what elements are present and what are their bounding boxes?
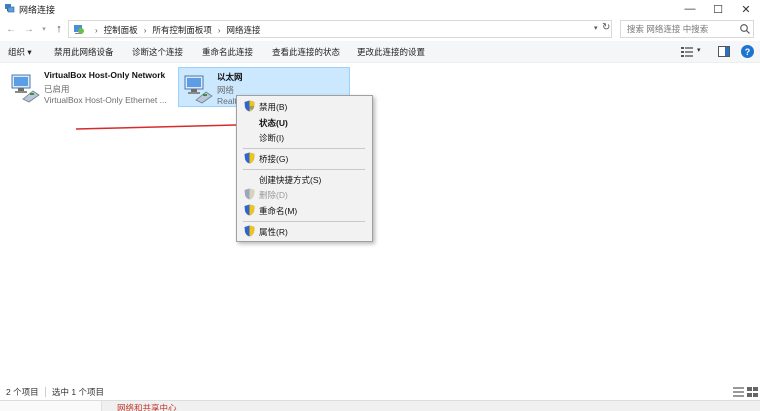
address-row: ← → ▾ ↑ › 控制面板 › 所有控制面板项 › 网络连接 ▾ ↻ [0, 18, 760, 40]
network-connections-icon [5, 4, 15, 13]
breadcrumb-separator-icon: › [217, 25, 221, 35]
breadcrumb-separator-icon: › [95, 25, 98, 35]
up-arrow-icon[interactable]: ↑ [53, 22, 65, 36]
back-arrow-icon[interactable]: ← [5, 22, 17, 36]
forward-arrow-icon[interactable]: → [23, 22, 35, 36]
network-sharing-center-link[interactable]: 网络和共享中心 [117, 402, 177, 411]
uac-shield-icon [244, 100, 255, 112]
view-options-chevron-icon[interactable]: ▾ [697, 46, 701, 54]
menu-item-rename[interactable]: 重命名(M) [237, 203, 372, 218]
menu-item-label: 诊断(I) [259, 133, 285, 143]
menu-item-disable[interactable]: 禁用(B) [237, 99, 372, 114]
minimize-button[interactable]: — [676, 0, 704, 18]
menu-item-status[interactable]: 状态(U) [237, 115, 372, 130]
change-settings-button[interactable]: 更改此连接的设置 [357, 46, 425, 58]
connection-status: 网络 [217, 85, 235, 95]
menu-item-label: 禁用(B) [259, 102, 288, 112]
menu-item-delete: 删除(D) [237, 187, 372, 202]
maximize-button[interactable]: ☐ [704, 0, 732, 18]
breadcrumb-control-panel[interactable]: 控制面板 [104, 24, 138, 36]
window-title: 网络连接 [19, 5, 56, 15]
status-bar: 2 个项目 选中 1 个项目 [0, 384, 760, 400]
menu-item-label: 桥接(G) [259, 154, 289, 164]
menu-item-bridge[interactable]: 桥接(G) [237, 151, 372, 166]
bottom-strip: 网络和共享中心 [0, 400, 760, 411]
menu-item-create-shortcut[interactable]: 创建快捷方式(S) [237, 172, 372, 187]
breadcrumb-separator-icon: › [143, 25, 147, 35]
details-view-icon[interactable] [733, 387, 744, 397]
strip-panel [0, 401, 102, 411]
breadcrumb: › 控制面板 › 所有控制面板项 › 网络连接 [89, 24, 261, 36]
address-bar[interactable]: › 控制面板 › 所有控制面板项 › 网络连接 ▾ ↻ [68, 20, 612, 38]
rename-button[interactable]: 重命名此连接 [202, 46, 253, 58]
recent-locations-chevron-icon[interactable]: ▾ [38, 22, 50, 36]
context-menu: 禁用(B) 状态(U) 诊断(I) 桥接(G) 创建快捷方式(S) 删除(D) [236, 95, 373, 242]
breadcrumb-all-items[interactable]: 所有控制面板项 [152, 24, 212, 36]
menu-separator [243, 221, 365, 222]
connection-description: Realtek PCIe GbE Family Controller [217, 96, 237, 106]
network-adapter-icon [184, 75, 213, 104]
connection-name: 以太网 [217, 72, 243, 82]
search-input[interactable] [627, 22, 737, 36]
tiles-view-icon[interactable] [747, 387, 758, 397]
connection-name: VirtualBox Host-Only Network [44, 70, 166, 80]
control-panel-icon [74, 25, 84, 34]
search-box[interactable] [620, 20, 754, 38]
menu-item-properties[interactable]: 属性(R) [237, 224, 372, 239]
view-status-button[interactable]: 查看此连接的状态 [272, 46, 340, 58]
close-button[interactable]: ✕ [732, 0, 760, 18]
address-history-chevron-icon[interactable]: ▾ [594, 24, 598, 32]
help-icon[interactable]: ? [741, 45, 754, 58]
uac-shield-icon [244, 188, 255, 200]
menu-item-label: 删除(D) [259, 190, 288, 200]
selected-count: 选中 1 个项目 [52, 387, 104, 397]
command-bar: 组织 ▾ 禁用此网络设备 诊断这个连接 重命名此连接 查看此连接的状态 更改此连… [0, 41, 760, 63]
explorer-window: 网络连接 — ☐ ✕ ← → ▾ ↑ › 控制面板 › 所有控制面板项 › 网络… [0, 0, 760, 411]
menu-item-diagnose[interactable]: 诊断(I) [237, 130, 372, 145]
organize-button[interactable]: 组织 ▾ [8, 46, 32, 58]
connection-status: 已启用 [44, 84, 70, 94]
title-bar: 网络连接 — ☐ ✕ [0, 0, 760, 18]
menu-item-label: 重命名(M) [259, 206, 298, 216]
uac-shield-icon [244, 204, 255, 216]
preview-pane-icon[interactable] [718, 46, 730, 57]
disable-device-button[interactable]: 禁用此网络设备 [54, 46, 114, 58]
menu-item-label: 创建快捷方式(S) [259, 175, 322, 185]
annotation-arrow-icon [76, 120, 247, 130]
menu-separator [243, 169, 365, 170]
uac-shield-icon [244, 225, 255, 237]
status-divider [45, 387, 46, 397]
connection-item[interactable]: VirtualBox Host-Only Network 已启用 Virtual… [6, 67, 172, 107]
item-count: 2 个项目 [6, 387, 39, 397]
network-adapter-icon [11, 74, 40, 103]
uac-shield-icon [244, 152, 255, 164]
menu-item-label: 状态(U) [259, 118, 288, 128]
menu-separator [243, 148, 365, 149]
menu-item-label: 属性(R) [259, 227, 288, 237]
diagnose-button[interactable]: 诊断这个连接 [132, 46, 183, 58]
search-icon[interactable] [739, 23, 751, 35]
breadcrumb-network-connections[interactable]: 网络连接 [227, 24, 261, 36]
connection-description: VirtualBox Host-Only Ethernet ... [44, 95, 167, 105]
refresh-icon[interactable]: ↻ [602, 22, 610, 33]
change-view-icon[interactable] [681, 46, 693, 57]
